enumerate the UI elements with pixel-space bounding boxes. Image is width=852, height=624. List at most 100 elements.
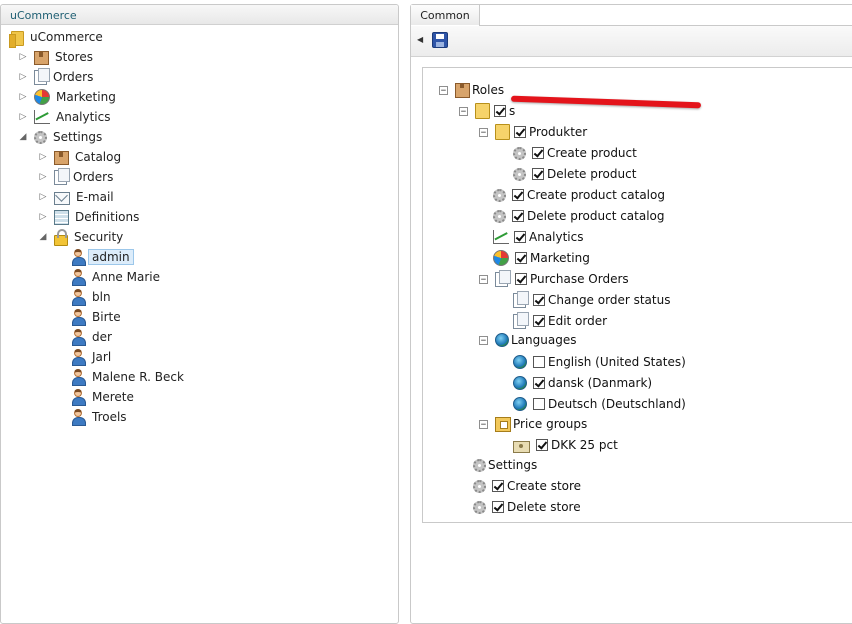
tree-item-catalog[interactable]: ▷ Catalog (38, 147, 121, 167)
expand-arrow-icon[interactable]: ▷ (18, 51, 28, 63)
role-checkbox[interactable] (514, 126, 526, 138)
role-checkbox[interactable] (512, 210, 524, 222)
role-checkbox[interactable] (492, 480, 504, 492)
box-icon (54, 151, 69, 165)
role-label: DKK 25 pct (551, 438, 618, 452)
gear-icon (473, 479, 486, 493)
globe-icon (513, 397, 527, 411)
tree-item-ucommerce[interactable]: uCommerce (9, 27, 103, 48)
tree-item-user[interactable]: Malene R. Beck (70, 367, 184, 387)
collapse-arrow-icon[interactable]: ◢ (38, 231, 48, 243)
role-checkbox[interactable] (512, 189, 524, 201)
role-edit-order: Edit order (513, 311, 607, 331)
pages-icon (513, 290, 529, 308)
role-price-group-dkk: DKK 25 pct (513, 435, 618, 455)
collapse-arrow-icon[interactable]: ◢ (18, 131, 28, 143)
collapse-toggle-icon[interactable]: − (479, 127, 488, 137)
panel-header: uCommerce (1, 5, 398, 25)
tree-item-security[interactable]: ◢ Security (38, 227, 123, 247)
expand-arrow-icon[interactable]: ▷ (38, 211, 48, 223)
tree-item-label: Malene R. Beck (92, 370, 184, 384)
tree-item-user[interactable]: Merete (70, 387, 134, 407)
expand-arrow-icon[interactable]: ▷ (18, 71, 28, 83)
role-purchase-orders: − Purchase Orders (479, 269, 629, 289)
tree-item-settings[interactable]: ◢ Settings (18, 127, 103, 147)
globe-icon (513, 355, 527, 369)
expand-arrow-icon[interactable]: ▷ (38, 191, 48, 203)
pages-icon (34, 67, 50, 85)
role-store: − s (459, 101, 515, 121)
roles-root-label: Roles (472, 83, 505, 97)
navigation-panel: uCommerce uCommerce ▷ Stores ▷ Orders ▷ … (0, 4, 399, 624)
role-settings: Settings (473, 455, 537, 475)
role-checkbox[interactable] (492, 501, 504, 513)
collapse-toggle-icon[interactable]: − (479, 274, 488, 284)
tree-item-label: Definitions (75, 210, 140, 224)
trend-chart-icon (34, 110, 50, 124)
tree-item-user[interactable]: bln (70, 287, 111, 307)
tree-item-user[interactable]: Anne Marie (70, 267, 160, 287)
role-delete-product: Delete product (513, 164, 636, 184)
tree-item-settings-orders[interactable]: ▷ Orders (38, 167, 113, 187)
tree-item-label: Stores (55, 50, 93, 64)
expand-arrow-icon[interactable]: ▷ (38, 151, 48, 163)
tree-item-user[interactable]: Troels (70, 407, 127, 427)
tree-item-definitions[interactable]: ▷ Definitions (38, 207, 139, 227)
tree-item-email[interactable]: ▷ E-mail (38, 187, 114, 207)
role-checkbox[interactable] (515, 252, 527, 264)
role-label: Analytics (529, 230, 584, 244)
tree-item-analytics[interactable]: ▷ Analytics (18, 107, 111, 127)
role-label: dansk (Danmark) (548, 376, 653, 390)
save-icon[interactable] (432, 32, 448, 48)
roles-tree-container: − Roles − s − Produkter Create product D… (422, 67, 852, 523)
role-checkbox[interactable] (533, 398, 545, 410)
roles-root: − Roles (439, 80, 504, 100)
role-checkbox[interactable] (532, 168, 544, 180)
user-icon (70, 369, 86, 386)
role-checkbox[interactable] (533, 294, 545, 306)
tree-item-user[interactable]: der (70, 327, 112, 347)
role-create-product-catalog: Create product catalog (493, 185, 665, 205)
expand-arrow-icon[interactable]: ▷ (18, 91, 28, 103)
mail-icon (54, 191, 70, 205)
arrow-left-icon[interactable]: ◀ (417, 35, 423, 44)
expand-arrow-icon[interactable]: ▷ (18, 111, 28, 123)
tree-item-label: Marketing (56, 90, 116, 104)
role-checkbox[interactable] (533, 377, 545, 389)
collapse-toggle-icon[interactable]: − (459, 106, 468, 116)
role-label: Marketing (530, 251, 590, 265)
role-checkbox[interactable] (514, 231, 526, 243)
globe-icon (495, 333, 509, 347)
role-produkter: − Produkter (479, 122, 587, 142)
tree-item-user[interactable]: Jarl (70, 347, 111, 367)
tree-item-user-admin[interactable]: admin (70, 247, 134, 267)
role-checkbox[interactable] (532, 147, 544, 159)
tree-item-label: der (92, 330, 112, 344)
role-checkbox[interactable] (515, 273, 527, 285)
tree-item-label: Security (74, 230, 124, 244)
tree-item-orders[interactable]: ▷ Orders (18, 67, 93, 87)
tree-item-user[interactable]: Birte (70, 307, 121, 327)
collapse-toggle-icon[interactable]: − (479, 335, 488, 345)
role-checkbox[interactable] (536, 439, 548, 451)
collapse-toggle-icon[interactable]: − (479, 419, 488, 429)
user-icon (70, 289, 86, 306)
tree-item-label: Jarl (92, 350, 112, 364)
role-analytics: Analytics (493, 227, 584, 247)
collapse-toggle-icon[interactable]: − (439, 85, 448, 95)
expand-arrow-icon[interactable]: ▷ (38, 171, 48, 183)
trend-chart-icon (493, 230, 509, 244)
gear-icon (493, 209, 506, 223)
user-icon (70, 409, 86, 426)
tab-common[interactable]: Common (411, 5, 480, 26)
store-checkbox[interactable] (494, 105, 506, 117)
role-language-english: English (United States) (513, 352, 686, 372)
toolbar: ◀ (411, 26, 852, 57)
tree-item-label: Catalog (75, 150, 122, 164)
role-checkbox[interactable] (533, 356, 545, 368)
tree-item-stores[interactable]: ▷ Stores (18, 47, 93, 67)
role-create-store: Create store (473, 476, 581, 496)
role-checkbox[interactable] (533, 315, 545, 327)
tree-item-marketing[interactable]: ▷ Marketing (18, 87, 116, 107)
gear-icon (513, 167, 526, 181)
